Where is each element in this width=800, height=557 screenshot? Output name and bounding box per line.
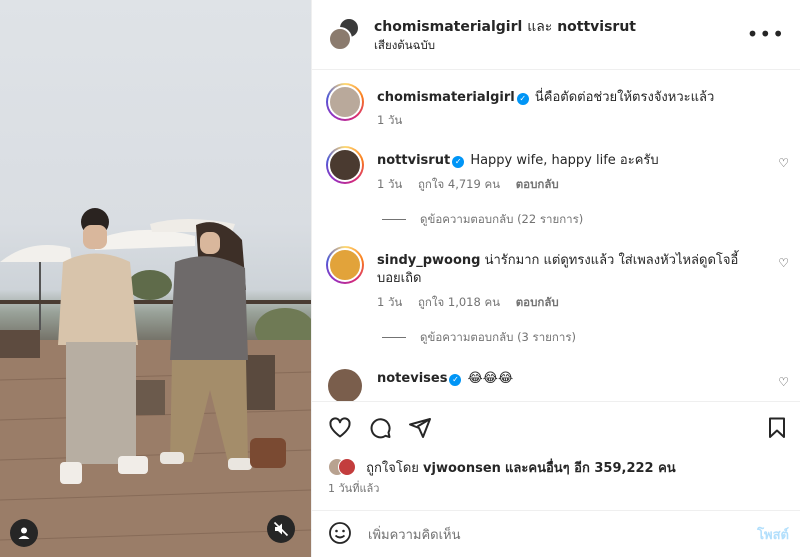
author-link-2[interactable]: nottvisrut bbox=[557, 19, 636, 35]
comment-text: chomismaterialgirl ✓ นี่คือตัดต่อช่วยให้ต… bbox=[377, 89, 757, 107]
view-replies-label: ดูข้อความตอบกลับ (3 รายการ) bbox=[420, 330, 576, 344]
post-header: chomismaterialgirl และ nottvisrut เสียงต… bbox=[312, 0, 800, 70]
author-link-1[interactable]: chomismaterialgirl bbox=[374, 19, 522, 35]
avatar bbox=[338, 458, 356, 476]
comment-time[interactable]: 1 วัน bbox=[377, 295, 402, 309]
comment-body: Happy wife, happy life อะครับ bbox=[470, 153, 659, 168]
verified-icon: ✓ bbox=[516, 93, 529, 105]
comment-username[interactable]: nottvisrut bbox=[377, 153, 450, 168]
comment-body: 😂😂😂 bbox=[467, 371, 514, 386]
comment-username[interactable]: notevises bbox=[377, 371, 447, 386]
comment-text: sindy_pwoong น่ารักมาก แต่ดูทรงแล้ว ใส่เ… bbox=[377, 252, 757, 288]
comment-likes[interactable]: ถูกใจ 4,719 คน bbox=[418, 177, 500, 191]
like-heart-icon[interactable]: ♡ bbox=[778, 156, 789, 170]
verified-icon: ✓ bbox=[452, 156, 465, 168]
post-media[interactable] bbox=[0, 0, 311, 557]
emoji-icon[interactable] bbox=[328, 521, 352, 545]
avatar[interactable] bbox=[326, 146, 364, 184]
speaker-muted-icon bbox=[273, 521, 289, 537]
divider bbox=[382, 337, 406, 338]
comment-input[interactable]: เพิ่มความคิดเห็น bbox=[368, 524, 461, 545]
post-button[interactable]: โพสต์ bbox=[757, 524, 789, 545]
comment-icon[interactable] bbox=[368, 416, 392, 440]
heart-icon[interactable] bbox=[328, 416, 352, 440]
author-avatars[interactable] bbox=[328, 17, 362, 51]
post-photo bbox=[0, 208, 311, 557]
comment-time[interactable]: 1 วัน bbox=[377, 177, 402, 191]
author-names: chomismaterialgirl และ nottvisrut bbox=[374, 16, 636, 38]
comment-time[interactable]: 1 วัน bbox=[377, 113, 402, 127]
like-heart-icon[interactable]: ♡ bbox=[778, 375, 789, 389]
likes-count-link[interactable]: และคนอื่นๆ อีก 359,222 คน bbox=[505, 461, 676, 476]
comment-text: notevises ✓ 😂😂😂 bbox=[377, 370, 757, 388]
like-heart-icon[interactable]: ♡ bbox=[778, 256, 789, 270]
reply-button[interactable]: ตอบกลับ bbox=[516, 177, 559, 191]
post-timestamp[interactable]: 1 วันที่แล้ว bbox=[328, 479, 379, 497]
share-icon[interactable] bbox=[408, 416, 432, 440]
liked-by: ถูกใจโดย vjwoonsen และคนอื่นๆ อีก 359,22… bbox=[328, 457, 676, 478]
tagged-users-button[interactable] bbox=[10, 519, 38, 547]
author-joiner: และ bbox=[527, 19, 553, 35]
mute-button[interactable] bbox=[267, 515, 295, 543]
post-detail-panel: chomismaterialgirl และ nottvisrut เสียงต… bbox=[311, 0, 800, 557]
comment-composer: เพิ่มความคิดเห็น โพสต์ bbox=[312, 510, 800, 557]
liked-by-prefix: ถูกใจโดย bbox=[366, 461, 419, 476]
bookmark-icon[interactable] bbox=[765, 416, 789, 440]
avatar[interactable] bbox=[328, 369, 362, 401]
comment-meta: 1 วัน bbox=[377, 112, 414, 130]
comment-text: nottvisrut ✓ Happy wife, happy life อะครั… bbox=[377, 152, 757, 170]
more-horizontal-icon: ••• bbox=[746, 22, 785, 46]
comment-body: นี่คือตัดต่อช่วยให้ตรงจังหวะแล้ว bbox=[534, 90, 715, 105]
audio-link[interactable]: เสียงต้นฉบับ bbox=[374, 37, 435, 55]
comment-meta: 1 วัน ถูกใจ 4,719 คน ตอบกลับ bbox=[377, 176, 571, 194]
user-icon bbox=[18, 527, 30, 539]
comment-username[interactable]: sindy_pwoong bbox=[377, 253, 480, 268]
avatar[interactable] bbox=[326, 246, 364, 284]
post-actions: ถูกใจโดย vjwoonsen และคนอื่นๆ อีก 359,22… bbox=[312, 401, 800, 501]
divider bbox=[382, 219, 406, 220]
avatar bbox=[328, 27, 352, 51]
view-replies-label: ดูข้อความตอบกลับ (22 รายการ) bbox=[420, 212, 584, 226]
avatar[interactable] bbox=[326, 83, 364, 121]
comment-username[interactable]: chomismaterialgirl bbox=[377, 90, 515, 105]
view-replies-button[interactable]: ดูข้อความตอบกลับ (3 รายการ) bbox=[382, 329, 576, 347]
verified-icon: ✓ bbox=[449, 374, 462, 386]
reply-button[interactable]: ตอบกลับ bbox=[516, 295, 559, 309]
comments-list[interactable]: chomismaterialgirl ✓ นี่คือตัดต่อช่วยให้ต… bbox=[312, 71, 800, 401]
more-options-button[interactable]: ••• bbox=[747, 24, 785, 44]
view-replies-button[interactable]: ดูข้อความตอบกลับ (22 รายการ) bbox=[382, 211, 583, 229]
comment-likes[interactable]: ถูกใจ 1,018 คน bbox=[418, 295, 500, 309]
liked-by-user-link[interactable]: vjwoonsen bbox=[423, 461, 501, 476]
comment-meta: 1 วัน ถูกใจ 1,018 คน ตอบกลับ bbox=[377, 294, 571, 312]
